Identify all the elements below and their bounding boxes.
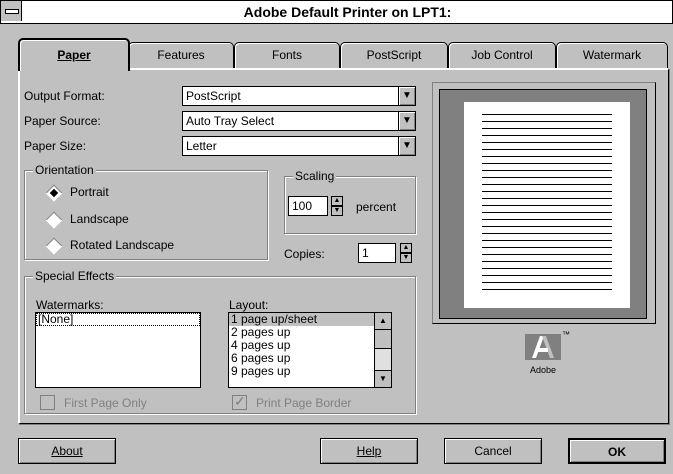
radio-indicator bbox=[45, 184, 63, 202]
scroll-thumb[interactable] bbox=[375, 330, 391, 349]
button-label: Help bbox=[356, 444, 382, 458]
tab-label: Paper bbox=[57, 48, 91, 62]
scaling-spin-icon[interactable]: ▲ ▼ bbox=[331, 196, 343, 216]
radio-label: Portrait bbox=[70, 185, 109, 199]
spin-down-icon[interactable]: ▼ bbox=[331, 206, 343, 216]
button-label: OK bbox=[608, 445, 626, 459]
layout-scrollbar[interactable]: ▲ ▼ bbox=[374, 313, 391, 387]
checkbox-label: First Page Only bbox=[64, 396, 147, 410]
output-format-value: PostScript bbox=[186, 89, 241, 103]
tab-fonts[interactable]: Fonts bbox=[234, 42, 340, 69]
scroll-down-icon[interactable]: ▼ bbox=[375, 370, 391, 387]
radio-rotated-landscape[interactable]: Rotated Landscape bbox=[44, 237, 214, 255]
tab-label: Features bbox=[157, 48, 205, 62]
first-page-only-checkbox[interactable]: First Page Only bbox=[40, 395, 190, 411]
checkbox-label: Print Page Border bbox=[256, 396, 352, 410]
paper-source-select[interactable]: Auto Tray Select ▼ bbox=[182, 111, 416, 131]
tab-postscript[interactable]: PostScript bbox=[340, 42, 448, 69]
tab-job-control[interactable]: Job Control bbox=[448, 42, 556, 69]
tab-paper[interactable]: Paper bbox=[18, 38, 130, 71]
checkbox-box bbox=[40, 395, 55, 410]
spin-up-icon[interactable]: ▲ bbox=[331, 196, 343, 206]
tab-label: Watermark bbox=[582, 48, 642, 62]
tab-watermark[interactable]: Watermark bbox=[556, 42, 668, 69]
radio-indicator bbox=[45, 237, 63, 255]
paper-size-select[interactable]: Letter ▼ bbox=[182, 136, 416, 156]
ok-button[interactable]: OK bbox=[568, 438, 666, 464]
paper-source-value: Auto Tray Select bbox=[186, 114, 275, 128]
button-label: About bbox=[51, 444, 83, 458]
spin-down-icon[interactable]: ▼ bbox=[400, 253, 412, 263]
tab-label: Job Control bbox=[471, 48, 533, 62]
window-title: Adobe Default Printer on LPT1: bbox=[243, 4, 452, 20]
copies-spin-icon[interactable]: ▲ ▼ bbox=[400, 243, 412, 263]
spin-up-icon[interactable]: ▲ bbox=[400, 243, 412, 253]
title-bar: Adobe Default Printer on LPT1: bbox=[0, 0, 673, 24]
checkbox-box bbox=[232, 393, 247, 410]
radio-portrait[interactable]: Portrait bbox=[44, 184, 164, 202]
tab-label: Fonts bbox=[271, 48, 302, 62]
dropdown-arrow-icon[interactable]: ▼ bbox=[398, 87, 415, 105]
layout-list[interactable]: 1 page up/sheet 2 pages up 4 pages up 6 … bbox=[228, 312, 392, 388]
radio-label: Rotated Landscape bbox=[70, 238, 175, 252]
tab-features[interactable]: Features bbox=[128, 42, 234, 69]
scroll-up-icon[interactable]: ▲ bbox=[375, 313, 391, 330]
watermarks-list[interactable]: [None] bbox=[35, 312, 201, 388]
list-item[interactable]: 9 pages up bbox=[229, 365, 391, 378]
radio-label: Landscape bbox=[70, 212, 129, 226]
print-page-border-checkbox[interactable]: Print Page Border bbox=[232, 393, 382, 411]
list-item[interactable]: [None] bbox=[36, 313, 200, 326]
tab-label: PostScript bbox=[366, 48, 422, 62]
button-label: Cancel bbox=[474, 444, 512, 458]
about-button[interactable]: About bbox=[18, 438, 116, 464]
scaling-input[interactable]: 100 bbox=[288, 196, 328, 216]
copies-input[interactable]: 1 bbox=[358, 243, 396, 263]
paper-size-value: Letter bbox=[186, 139, 217, 153]
radio-indicator bbox=[45, 211, 63, 229]
help-button[interactable]: Help bbox=[320, 438, 418, 464]
output-format-select[interactable]: PostScript ▼ bbox=[182, 86, 416, 106]
cancel-button[interactable]: Cancel bbox=[444, 438, 542, 464]
dropdown-arrow-icon[interactable]: ▼ bbox=[398, 137, 415, 155]
dropdown-arrow-icon[interactable]: ▼ bbox=[398, 112, 415, 130]
system-menu-icon[interactable] bbox=[1, 1, 22, 21]
radio-landscape[interactable]: Landscape bbox=[44, 211, 164, 229]
